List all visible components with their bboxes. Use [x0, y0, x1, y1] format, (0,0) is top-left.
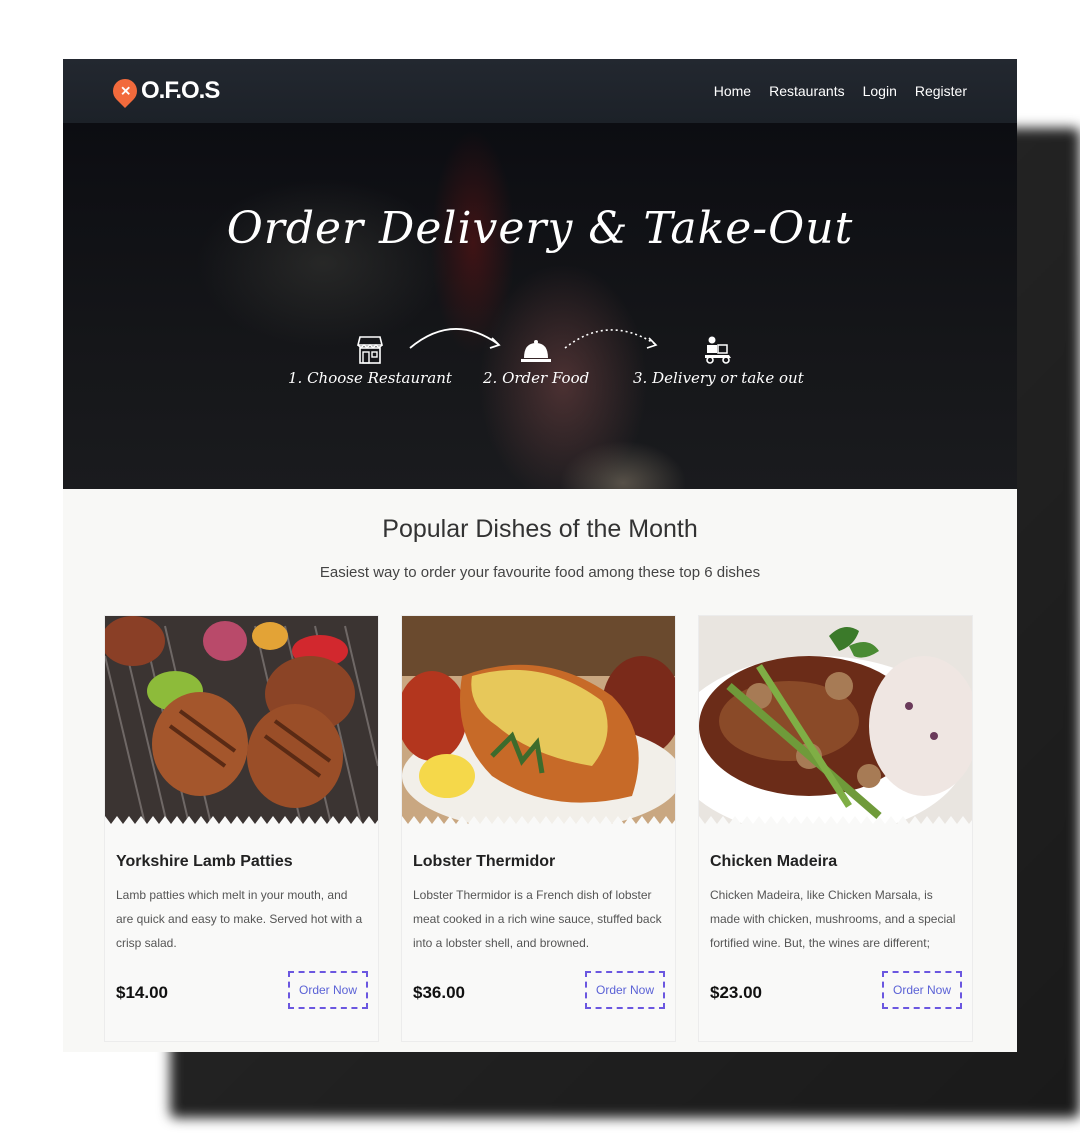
dish-cards: Yorkshire Lamb Patties Lamb patties whic… [104, 615, 974, 1045]
order-now-button[interactable]: Order Now [288, 971, 368, 1009]
logo-text: O.F.O.S [141, 77, 220, 104]
dish-card: Lobster Thermidor Lobster Thermidor is a… [401, 615, 676, 1042]
dish-price: $36.00 [413, 983, 465, 1002]
dish-description: Chicken Madeira, like Chicken Marsala, i… [710, 888, 956, 950]
dish-name: Chicken Madeira [710, 853, 838, 870]
nav-register-link[interactable]: Register [915, 83, 967, 99]
step-3-label: 3. Delivery or take out [633, 369, 804, 387]
nav-restaurants-link[interactable]: Restaurants [769, 83, 844, 99]
dish-description: Lamb patties which melt in your mouth, a… [116, 888, 363, 950]
hero-title: Order Delivery & Take-Out [226, 203, 854, 254]
dish-card: Yorkshire Lamb Patties Lamb patties whic… [104, 615, 379, 1042]
section-subtitle: Easiest way to order your favourite food… [319, 564, 761, 581]
order-now-button[interactable]: Order Now [585, 971, 665, 1009]
dish-image-chicken-madeira[interactable] [699, 616, 972, 824]
section-title: Popular Dishes of the Month [382, 515, 698, 543]
nav-home-link[interactable]: Home [714, 83, 751, 99]
page: ✕ O.F.O.S Home Restaurants Login Registe… [63, 59, 1017, 1052]
dish-price: $23.00 [710, 983, 762, 1002]
dish-name: Yorkshire Lamb Patties [116, 853, 293, 870]
dish-price: $14.00 [116, 983, 168, 1002]
dish-card: Chicken Madeira Chicken Madeira, like Ch… [698, 615, 973, 1042]
step-delivery: 3. Delivery or take out [633, 333, 804, 388]
store-icon [356, 336, 383, 364]
logo[interactable]: ✕ O.F.O.S [108, 71, 220, 111]
navbar: ✕ O.F.O.S Home Restaurants Login Registe… [63, 59, 1017, 123]
nav-links: Home Restaurants Login Register [714, 59, 967, 123]
dish-image-lobster-thermidor[interactable] [402, 616, 675, 824]
order-now-button[interactable]: Order Now [882, 971, 962, 1009]
nav-login-link[interactable]: Login [863, 83, 897, 99]
delivery-scooter-icon [705, 336, 732, 364]
hero-banner: Order Delivery & Take-Out 1. Choose Rest… [63, 123, 1017, 489]
dish-description: Lobster Thermidor is a French dish of lo… [413, 888, 662, 950]
dish-image-lamb-patties[interactable] [105, 616, 378, 824]
logo-pin-icon: ✕ [108, 74, 142, 108]
step-2-label: 2. Order Food [483, 369, 590, 387]
cloche-icon [521, 340, 552, 362]
dish-name: Lobster Thermidor [413, 853, 556, 870]
step-1-label: 1. Choose Restaurant [288, 369, 452, 387]
